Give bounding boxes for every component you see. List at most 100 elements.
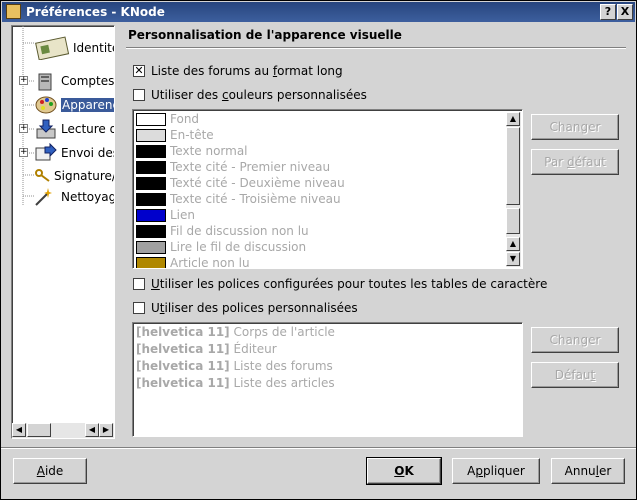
font-change-button[interactable]: Changer xyxy=(531,327,619,353)
color-list-item[interactable]: Texte cité - Premier niveau xyxy=(136,160,506,176)
tree-item-label: Lecture des xyxy=(61,122,114,136)
scroll-thumb[interactable] xyxy=(506,127,520,205)
page-title: Personnalisation de l'apparence visuelle xyxy=(128,28,402,42)
checkbox-box[interactable] xyxy=(133,302,145,314)
tree-item-label: Envoi des xyxy=(61,146,115,160)
expand-icon[interactable]: + xyxy=(19,124,28,133)
settings-tree[interactable]: Identités + Comptes Apparence + Lecture … xyxy=(11,25,115,439)
tree-item-identites[interactable]: Identités xyxy=(12,34,114,61)
checkbox-label: Utiliser des polices personnalisées xyxy=(151,301,358,315)
font-list-item[interactable]: [helvetica 11] Corps de l'article xyxy=(136,325,335,342)
color-list-scrollbar[interactable]: ▲ ▲ ▼ xyxy=(506,112,521,267)
color-list-item[interactable]: Article non lu xyxy=(136,256,506,269)
font-list-item[interactable]: [helvetica 11] Liste des articles xyxy=(136,376,335,393)
tree-item-label: Identités xyxy=(73,41,114,55)
color-list-item[interactable]: Lire le fil de discussion xyxy=(136,240,506,256)
tree-item-nettoyage[interactable]: Nettoyage xyxy=(12,185,114,209)
tree-item-label: Signature/ xyxy=(54,169,115,183)
scroll-up-icon[interactable]: ▲ xyxy=(506,237,520,251)
color-name: Texte normal xyxy=(170,144,248,158)
font-spec: [helvetica 11] xyxy=(136,359,230,373)
font-list[interactable]: [helvetica 11] Corps de l'article [helvet… xyxy=(132,322,523,437)
preferences-window: Préférences - KNode ? X Identités + xyxy=(0,0,637,500)
color-change-button[interactable]: Changer xyxy=(531,114,619,140)
color-name: Fond xyxy=(170,112,200,126)
color-list-item[interactable]: En-tête xyxy=(136,128,506,144)
checkbox-label: Utiliser les polices configurées pour to… xyxy=(151,277,548,291)
knode-app-icon xyxy=(6,4,21,19)
color-name: Lire le fil de discussion xyxy=(170,240,307,254)
scroll-thumb[interactable] xyxy=(27,423,51,437)
ok-button[interactable]: OK xyxy=(366,457,442,485)
checkbox-box[interactable] xyxy=(133,89,145,101)
font-default-button[interactable]: Défaut xyxy=(531,362,619,388)
scroll-left-icon[interactable]: ◀ xyxy=(85,423,99,437)
color-swatch xyxy=(136,129,166,142)
window-title: Préférences - KNode xyxy=(26,5,165,19)
cancel-button[interactable]: Annuler xyxy=(551,458,625,484)
scroll-down-icon[interactable]: ▼ xyxy=(506,252,520,266)
help-titlebar-button[interactable]: ? xyxy=(600,4,616,20)
font-target: Corps de l'article xyxy=(233,325,335,339)
key-icon xyxy=(34,166,52,186)
expand-icon[interactable]: + xyxy=(19,76,28,85)
tree-item-lecture[interactable]: + Lecture des xyxy=(12,117,114,141)
color-list-item[interactable]: Texté cité - Deuxième niveau xyxy=(136,176,506,192)
color-name: Lien xyxy=(170,208,196,222)
tree-item-label: Comptes xyxy=(61,74,115,88)
footer-divider xyxy=(1,447,636,449)
color-name: Texte cité - Premier niveau xyxy=(170,160,331,174)
color-name: Fil de discussion non lu xyxy=(170,224,309,238)
color-name: Texte cité - Troisième niveau xyxy=(170,192,341,206)
title-bar[interactable]: Préférences - KNode ? X xyxy=(2,2,635,22)
color-list-item[interactable]: Fond xyxy=(136,112,506,128)
font-list-item[interactable]: [helvetica 11] Éditeur xyxy=(136,342,277,359)
color-swatch xyxy=(136,225,166,238)
expand-icon[interactable]: + xyxy=(19,148,28,157)
tree-horizontal-scrollbar[interactable]: ◀ ◀ ▶ xyxy=(12,423,114,438)
color-list-item[interactable]: Lien xyxy=(136,208,506,224)
tree-item-envoi[interactable]: + Envoi des xyxy=(12,141,115,165)
heading-divider xyxy=(126,47,626,49)
color-list-item[interactable]: Texte normal xyxy=(136,144,506,160)
color-list-item[interactable]: Texte cité - Troisième niveau xyxy=(136,192,506,208)
checkbox-label: Liste des forums au format long xyxy=(151,64,343,78)
color-swatch xyxy=(136,161,166,174)
color-list-item[interactable]: Fil de discussion non lu xyxy=(136,224,506,240)
font-target: Éditeur xyxy=(233,342,277,356)
scroll-right-icon[interactable]: ▶ xyxy=(99,423,113,437)
close-window-button[interactable]: X xyxy=(617,4,633,20)
tree-item-apparence[interactable]: Apparence xyxy=(12,93,114,117)
tree-item-comptes[interactable]: + Comptes xyxy=(12,69,115,93)
checkbox-box[interactable] xyxy=(133,278,145,290)
color-name: Article non lu xyxy=(170,256,250,269)
font-list-item[interactable]: [helvetica 11] Liste des forums xyxy=(136,359,333,376)
scroll-thumb-lower[interactable] xyxy=(506,208,520,234)
font-spec: [helvetica 11] xyxy=(136,342,230,356)
color-swatch xyxy=(136,257,166,268)
color-default-button[interactable]: Par défaut xyxy=(531,149,619,175)
identity-card-icon xyxy=(34,34,70,61)
font-target: Liste des articles xyxy=(233,376,335,390)
scroll-up-icon[interactable]: ▲ xyxy=(506,112,520,126)
scroll-left-icon[interactable]: ◀ xyxy=(12,423,26,437)
apply-button[interactable]: Appliquer xyxy=(452,458,540,484)
checkbox-label: Utiliser des couleurs personnalisées xyxy=(151,88,367,102)
help-button[interactable]: Aide xyxy=(13,458,87,484)
color-swatch xyxy=(136,145,166,158)
color-list[interactable]: Fond En-tête Texte normal Texte cité - Prem… xyxy=(132,109,523,269)
color-swatch xyxy=(136,241,166,254)
font-target: Liste des forums xyxy=(233,359,333,373)
color-swatch xyxy=(136,177,166,190)
tree-item-label: Nettoyage xyxy=(61,190,114,204)
send-icon xyxy=(35,142,57,163)
font-spec: [helvetica 11] xyxy=(136,376,230,390)
color-swatch xyxy=(136,193,166,206)
server-icon xyxy=(35,71,57,91)
color-swatch xyxy=(136,209,166,222)
color-name: En-tête xyxy=(170,128,214,142)
checkbox-box[interactable]: ✕ xyxy=(133,65,145,77)
wand-icon xyxy=(34,187,52,207)
color-swatch xyxy=(136,113,166,126)
palette-icon xyxy=(35,95,57,115)
